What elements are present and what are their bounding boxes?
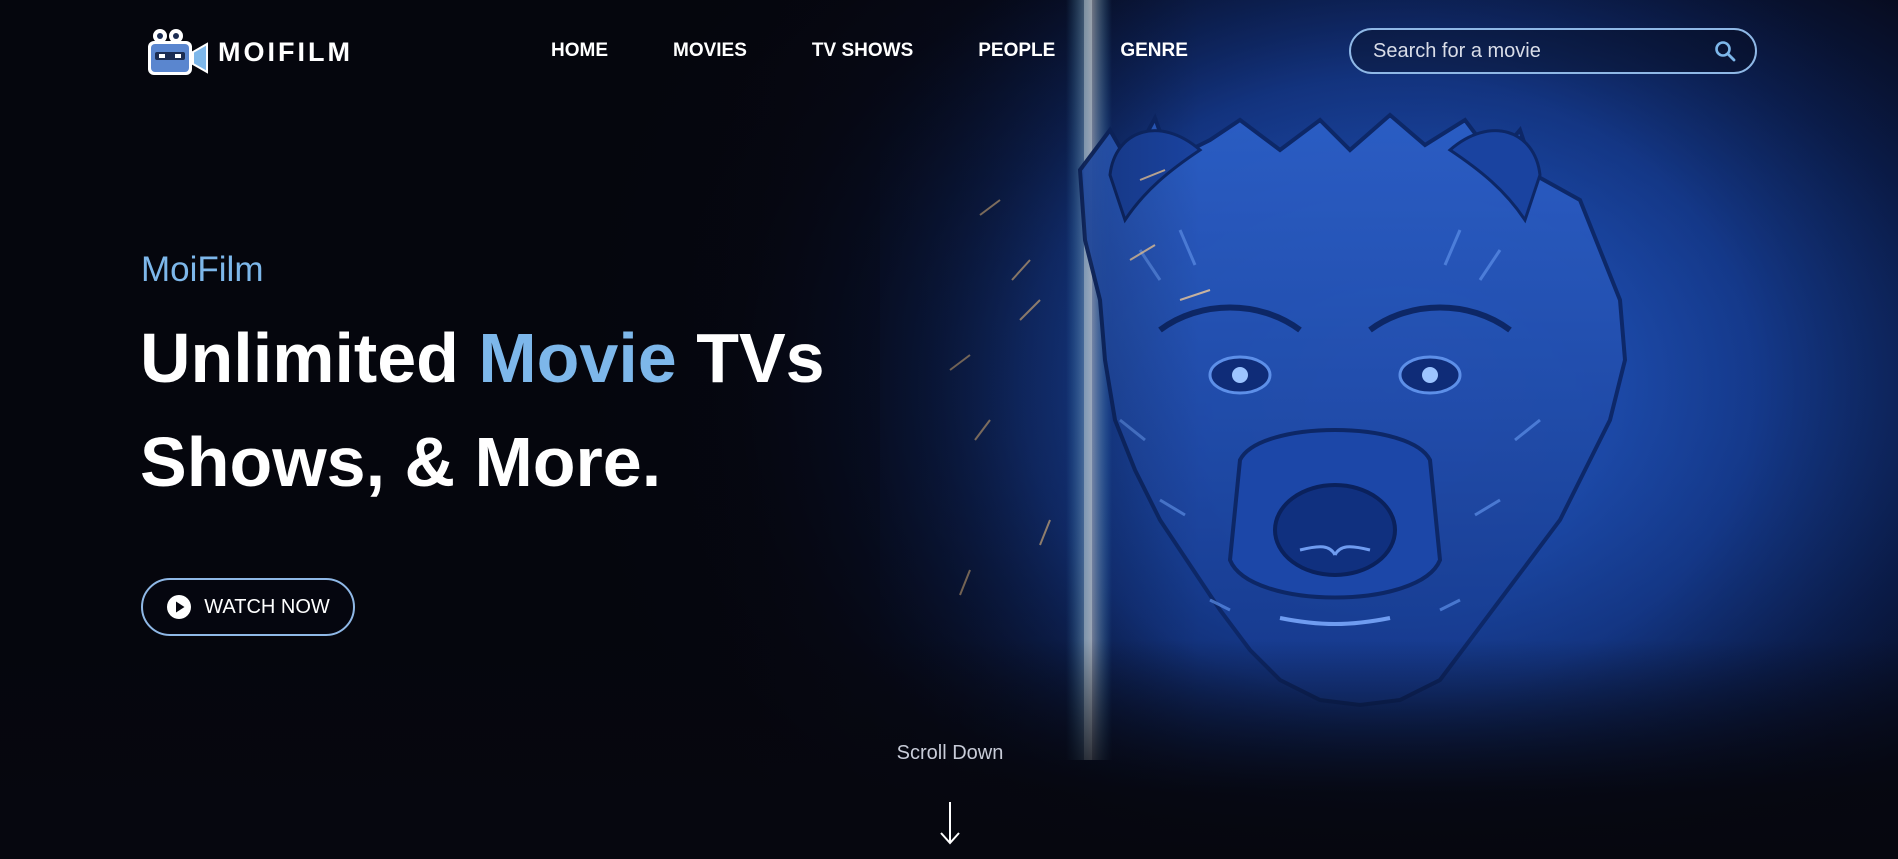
headline-accent: Movie [478,319,677,397]
watch-now-label: WATCH NOW [204,595,330,618]
headline-part-1: Unlimited [140,319,479,397]
watch-now-button[interactable]: WATCH NOW [141,578,355,636]
play-icon [167,595,192,619]
nav-item-movies[interactable]: MOVIES [673,40,747,62]
page: MOIFILM HOME MOVIES TV SHOWS PEOPLE GENR… [0,0,1898,859]
nav-item-home[interactable]: HOME [551,40,608,62]
nav-item-genre[interactable]: GENRE [1120,40,1188,62]
main-nav: HOME MOVIES TV SHOWS PEOPLE GENRE [551,40,1253,62]
search-box [1349,28,1757,74]
search-icon[interactable] [1713,39,1737,63]
hero-headline: Unlimited Movie TVs Shows, & More. [140,306,900,514]
arrow-down-icon[interactable] [935,800,965,846]
search-input[interactable] [1371,38,1713,64]
film-camera-icon [148,29,208,75]
header: MOIFILM HOME MOVIES TV SHOWS PEOPLE GENR… [0,0,1898,104]
nav-item-people[interactable]: PEOPLE [978,40,1055,62]
nav-item-tv-shows[interactable]: TV SHOWS [812,40,913,62]
scroll-down-label: Scroll Down [896,742,1004,764]
brand-name: MOIFILM [218,36,353,67]
hero-eyebrow: MoiFilm [141,250,264,289]
logo[interactable]: MOIFILM [146,26,353,78]
